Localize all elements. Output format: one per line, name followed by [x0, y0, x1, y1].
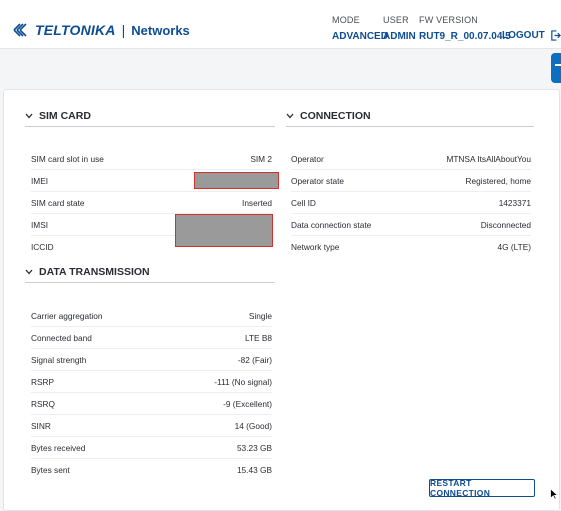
table-row: Network type 4G (LTE) — [291, 236, 531, 257]
mode-value[interactable]: ADVANCED — [332, 31, 388, 42]
chevron-left-icon — [555, 64, 561, 66]
row-label: Bytes received — [31, 442, 86, 453]
imsi-iccid-redaction — [175, 214, 273, 247]
table-row: Data connection state Disconnected — [291, 214, 531, 236]
connection-table: Operator MTNSA ItsAllAboutYou Operator st… — [291, 148, 531, 257]
chevron-down-icon — [286, 113, 294, 119]
user-group: USER ADMIN — [383, 15, 416, 42]
fw-version-group: FW VERSION RUT9_R_00.07.04.5 — [419, 15, 511, 42]
row-label: Operator — [291, 153, 324, 164]
row-value: LTE B8 — [244, 332, 272, 343]
data-transmission-section-header[interactable]: DATA TRANSMISSION — [25, 266, 275, 283]
row-label: Carrier aggregation — [31, 310, 103, 321]
table-row: Bytes received 53.23 GB — [31, 437, 272, 459]
row-value: Inserted — [242, 197, 272, 208]
row-value: 4G (LTE) — [497, 241, 532, 252]
row-value: 14 (Good) — [234, 420, 272, 431]
row-label: Cell ID — [291, 197, 316, 208]
brand-name: TELTONIKA — [35, 22, 116, 38]
fw-version-label: FW VERSION — [419, 15, 479, 25]
row-value: 15.43 GB — [236, 464, 272, 475]
teltonika-mark-icon — [13, 23, 27, 37]
row-label: Network type — [291, 241, 340, 252]
row-label: IMEI — [31, 175, 49, 186]
row-value: 53.23 GB — [236, 442, 272, 453]
row-value: -9 (Excellent) — [223, 398, 272, 409]
row-label: Operator state — [291, 175, 345, 186]
row-label: IMSI — [31, 219, 49, 230]
logout-icon — [551, 30, 561, 41]
logout-label: LOGOUT — [502, 30, 545, 41]
brand-sub: Networks — [131, 22, 190, 38]
sim-card-section-header[interactable]: SIM CARD — [25, 110, 275, 127]
table-row: Cell ID 1423371 — [291, 192, 531, 214]
row-value: 1423371 — [498, 197, 531, 208]
sim-card-title: SIM CARD — [39, 110, 91, 122]
logout-button[interactable]: LOGOUT — [502, 30, 561, 41]
row-label: Data connection state — [291, 219, 372, 230]
chevron-down-icon — [25, 269, 33, 275]
mouse-cursor-icon — [550, 488, 559, 500]
table-row: Signal strength -82 (Fair) — [31, 349, 272, 371]
table-row: Bytes sent 15.43 GB — [31, 459, 272, 480]
connection-title: CONNECTION — [300, 110, 371, 122]
row-value: -82 (Fair) — [237, 354, 272, 365]
table-row: RSRP -111 (No signal) — [31, 371, 272, 393]
table-row: SIM card state Inserted — [31, 192, 272, 214]
data-transmission-title: DATA TRANSMISSION — [39, 266, 150, 278]
row-label: SINR — [31, 420, 51, 431]
row-value: SIM 2 — [250, 153, 272, 164]
chevron-down-icon — [25, 113, 33, 119]
row-label: RSRQ — [31, 398, 55, 409]
brand-separator: | — [121, 22, 126, 38]
user-label: USER — [383, 15, 409, 25]
table-row: Connected band LTE B8 — [31, 327, 272, 349]
table-row: SIM card slot in use SIM 2 — [31, 148, 272, 170]
table-row: RSRQ -9 (Excellent) — [31, 393, 272, 415]
mode-label: MODE — [332, 15, 360, 25]
table-row: Carrier aggregation Single — [31, 305, 272, 327]
table-row: Operator MTNSA ItsAllAboutYou — [291, 148, 531, 170]
row-label: ICCID — [31, 241, 54, 252]
row-label: Signal strength — [31, 354, 87, 365]
top-bar: TELTONIKA | Networks MODE ADVANCED USER … — [0, 0, 561, 49]
user-value[interactable]: ADMIN — [383, 31, 416, 42]
data-transmission-table: Carrier aggregation Single Connected band… — [31, 305, 272, 480]
row-label: Bytes sent — [31, 464, 70, 475]
row-value: Disconnected — [480, 219, 531, 230]
fw-version-value[interactable]: RUT9_R_00.07.04.5 — [419, 31, 511, 42]
row-value: MTNSA ItsAllAboutYou — [446, 153, 531, 164]
row-value: Single — [248, 310, 272, 321]
row-label: SIM card state — [31, 197, 85, 208]
row-label: Connected band — [31, 332, 92, 343]
restart-connection-button[interactable]: RESTART CONNECTION — [429, 478, 535, 498]
imei-redaction — [194, 172, 279, 189]
mode-group: MODE ADVANCED — [332, 15, 388, 42]
teltonika-logo[interactable]: TELTONIKA | Networks — [12, 20, 190, 40]
row-value: -111 (No signal) — [214, 376, 272, 387]
table-row: Operator state Registered, home — [291, 170, 531, 192]
connection-section-header[interactable]: CONNECTION — [286, 110, 534, 127]
side-panel-toggle[interactable] — [551, 53, 561, 83]
table-row: SINR 14 (Good) — [31, 415, 272, 437]
row-value: Registered, home — [465, 175, 532, 186]
row-label: RSRP — [31, 376, 55, 387]
row-label: SIM card slot in use — [31, 153, 104, 164]
